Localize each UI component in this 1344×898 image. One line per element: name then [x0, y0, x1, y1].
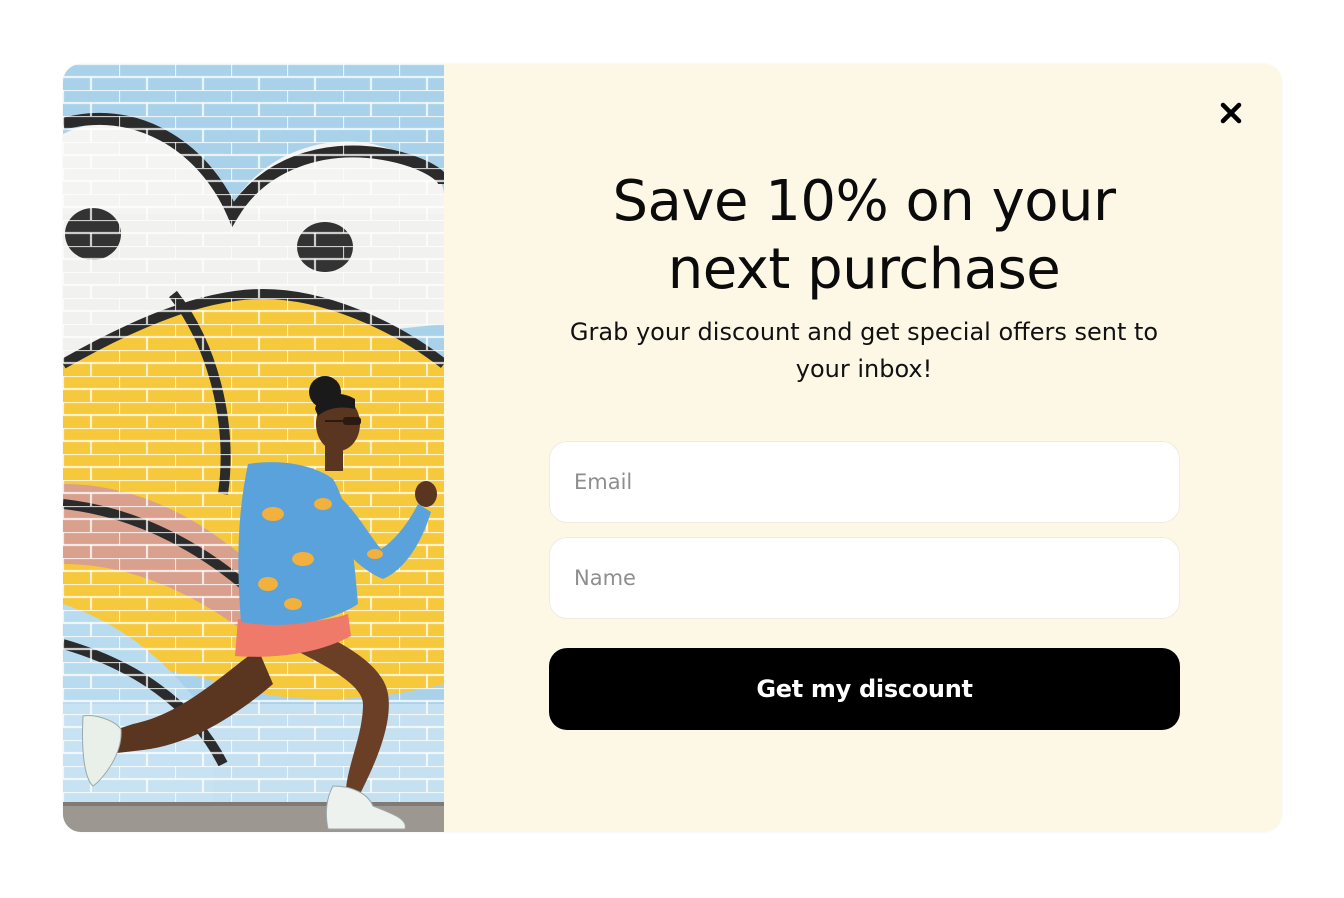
name-field[interactable]	[549, 537, 1180, 619]
popup-heading: Save 10% on your next purchase	[612, 169, 1117, 302]
runner-mural-image	[63, 64, 444, 832]
email-field[interactable]	[549, 441, 1180, 523]
close-icon	[1220, 102, 1242, 124]
popup-subtext: Grab your discount and get special offer…	[569, 318, 1159, 383]
discount-popup: Save 10% on your next purchase Grab your…	[63, 64, 1282, 832]
hero-photo	[63, 64, 444, 832]
popup-content: Save 10% on your next purchase Grab your…	[444, 64, 1282, 832]
get-discount-button[interactable]: Get my discount	[549, 648, 1180, 730]
close-button[interactable]	[1216, 98, 1246, 128]
